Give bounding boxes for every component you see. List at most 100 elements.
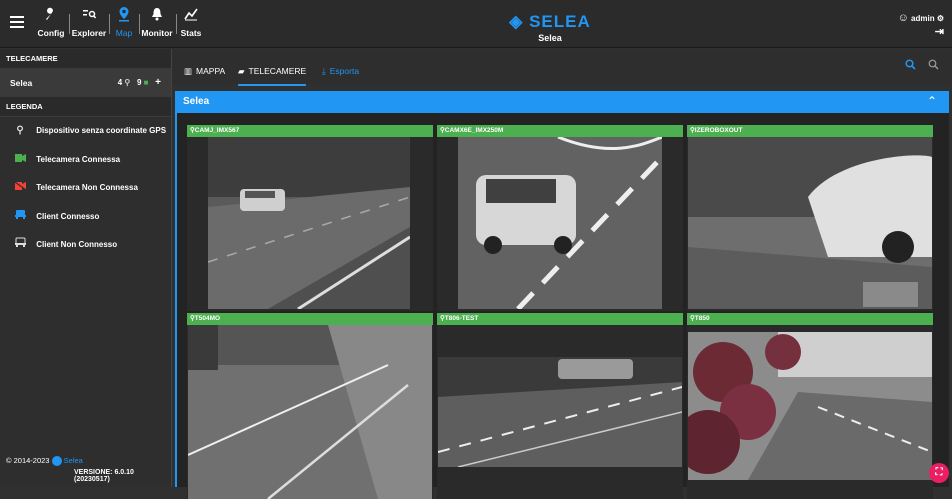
- camera-tile[interactable]: ⚲T806-TEST: [437, 313, 683, 499]
- camera-name: IZEROBOXOUT: [694, 127, 743, 134]
- nav-divider: [139, 14, 140, 34]
- camera-stream-image: [208, 137, 410, 309]
- user-name: admin: [911, 14, 935, 23]
- fullscreen-button[interactable]: ⛶: [929, 463, 949, 483]
- camera-stream-image: [688, 137, 932, 309]
- nav-stats-label: Stats: [180, 28, 202, 38]
- nav-config-label: Config: [37, 28, 65, 38]
- no-gps-icon: ⚲: [124, 78, 131, 87]
- nav-explorer-label: Explorer: [71, 28, 107, 38]
- camera-name: T504MO: [194, 315, 221, 322]
- map-pin-icon: [110, 6, 138, 28]
- legend-item: ⚲ Dispositivo senza coordinate GPS: [0, 117, 171, 146]
- user-avatar-icon: ☺: [897, 12, 909, 24]
- camera-tile[interactable]: ⚲CAMX6E_IMX250M: [437, 125, 683, 311]
- logout-icon[interactable]: ⇥: [898, 25, 944, 38]
- legend-label: Telecamera Connessa: [36, 154, 121, 164]
- camera-name: CAMX6E_IMX250M: [444, 127, 504, 134]
- gps-count: 4: [117, 78, 123, 87]
- camera-tile[interactable]: ⚲T504MO: [187, 313, 433, 499]
- legend-item: Telecamera Non Connessa: [0, 174, 171, 203]
- nav-map-label: Map: [115, 28, 133, 38]
- menu-icon[interactable]: [10, 16, 24, 28]
- panel-header[interactable]: Selea ⌃: [175, 91, 949, 113]
- wrench-icon: [34, 6, 68, 28]
- bell-icon: [141, 6, 173, 28]
- export-button[interactable]: ⤓ Esporta: [322, 66, 359, 77]
- tab-label: Esporta: [329, 66, 360, 76]
- camera-title-bar: ⚲T806-TEST: [437, 313, 683, 325]
- view-tabs: ▥ MAPPA ▰ TELECAMERE ⤓ Esporta: [172, 49, 952, 86]
- legend-heading: LEGENDA: [0, 97, 171, 117]
- camera-name: T850: [694, 315, 710, 322]
- camera-icon: ■: [143, 78, 149, 87]
- list-search-icon: [70, 6, 108, 28]
- cameras-heading: TELECAMERE: [0, 49, 171, 69]
- nav-monitor-label: Monitor: [141, 28, 173, 38]
- logo-subtitle: Selea: [538, 33, 562, 43]
- camera-title-bar: ⚲T850: [687, 313, 933, 325]
- tab-label: MAPPA: [196, 66, 226, 76]
- camera-disconnected-icon: [14, 174, 26, 203]
- nav-config[interactable]: Config: [34, 6, 68, 44]
- camera-tile[interactable]: ⚲T850: [687, 313, 933, 499]
- no-gps-icon: ⚲: [16, 125, 24, 136]
- sidebar-footer: © 2014-2023 Selea VERSIONE: 6.0.10 (2023…: [6, 456, 171, 483]
- camera-title-bar: ⚲IZEROBOXOUT: [687, 125, 933, 137]
- legend-item: Telecamera Connessa: [0, 146, 171, 175]
- legend-item: Client Connesso: [0, 203, 171, 232]
- camera-title-bar: ⚲CAMX6E_IMX250M: [437, 125, 683, 137]
- nav-stats[interactable]: Stats: [180, 6, 202, 44]
- camera-stream-image: [438, 357, 682, 467]
- nav-explorer[interactable]: Explorer: [70, 6, 108, 44]
- camera-stream-image: [688, 332, 932, 480]
- tab-label: TELECAMERE: [248, 66, 307, 76]
- nav-monitor[interactable]: Monitor: [141, 6, 173, 44]
- client-disconnected-icon: [14, 231, 26, 260]
- logo-diamond-icon: ◈: [509, 12, 524, 31]
- camera-stream-image: [188, 325, 432, 499]
- map-icon: ▥: [184, 66, 193, 76]
- fullscreen-icon: ⛶: [935, 467, 943, 478]
- camera-icon: ▰: [238, 66, 245, 76]
- camera-title-bar: ⚲T504MO: [187, 313, 433, 325]
- legend-label: Client Connesso: [36, 211, 100, 221]
- copyright-text: © 2014-2023: [6, 455, 50, 465]
- chart-line-icon: [180, 6, 202, 28]
- tab-mappa[interactable]: ▥ MAPPA: [184, 66, 225, 77]
- sidebar: TELECAMERE Selea 4 ⚲ 9 ■ + LEGENDA ⚲ Dis…: [0, 49, 172, 487]
- zoom-icon[interactable]: [928, 59, 939, 73]
- legend-label: Dispositivo senza coordinate GPS: [36, 126, 167, 135]
- tab-telecamere[interactable]: ▰ TELECAMERE: [238, 66, 307, 86]
- legend-label: Client Non Connesso: [36, 240, 118, 249]
- download-icon: ⤓: [322, 66, 326, 76]
- camera-name: T806-TEST: [444, 315, 479, 322]
- version-text: VERSIONE: 6.0.10 (20230517): [74, 469, 134, 483]
- search-icon[interactable]: [905, 59, 916, 73]
- client-connected-icon: [14, 203, 26, 232]
- nav-divider: [176, 14, 177, 34]
- company-name: Selea: [63, 455, 83, 465]
- camera-tile[interactable]: ⚲CAMJ_IMX567: [187, 125, 433, 311]
- nav-map[interactable]: Map: [110, 6, 138, 44]
- logo-text: SELEA: [529, 12, 591, 31]
- user-settings-icon: ⚙: [936, 14, 944, 23]
- company-logo-icon: [51, 456, 62, 466]
- legend-item: Client Non Connesso: [0, 231, 171, 260]
- chevron-up-icon[interactable]: ⌃: [927, 94, 937, 108]
- top-bar: Config Explorer Map Monitor Stats ◈ SELE…: [0, 0, 952, 48]
- camera-grid: ⚲CAMJ_IMX567 ⚲CAMX6E_IMX250M ⚲IZEROBOXOU…: [175, 113, 949, 499]
- camera-connected-icon: [14, 146, 26, 175]
- camera-group-row[interactable]: Selea 4 ⚲ 9 ■ +: [0, 69, 171, 97]
- camera-name: CAMJ_IMX567: [194, 127, 240, 134]
- user-area[interactable]: ☺ admin ⚙ ⇥: [898, 12, 944, 38]
- camera-count: 9: [136, 78, 142, 87]
- camera-stream-image: [458, 137, 662, 309]
- panel-title: Selea: [183, 96, 210, 107]
- camera-tile[interactable]: ⚲IZEROBOXOUT: [687, 125, 933, 311]
- brand-logo: ◈ SELEA Selea: [490, 12, 610, 43]
- camera-group-name: Selea: [10, 78, 33, 88]
- legend-label: Telecamera Non Connessa: [36, 183, 138, 192]
- camera-title-bar: ⚲CAMJ_IMX567: [187, 125, 433, 137]
- add-button[interactable]: +: [155, 77, 161, 88]
